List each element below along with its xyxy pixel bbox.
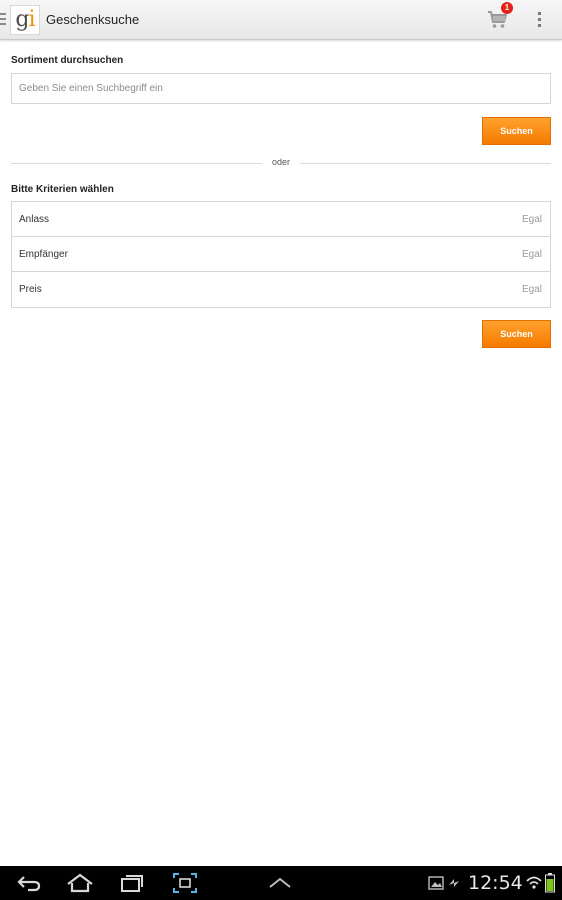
drawer-indicator-icon[interactable] xyxy=(0,13,6,27)
search-input[interactable] xyxy=(11,73,551,104)
criteria-label: Preis xyxy=(19,284,42,295)
action-bar: gi Geschenksuche 1 xyxy=(0,0,562,40)
criteria-label: Empfänger xyxy=(19,249,68,260)
criteria-list: Anlass Egal Empfänger Egal Preis Egal xyxy=(11,201,551,308)
search-button[interactable]: Suchen xyxy=(482,117,551,145)
criteria-label: Anlass xyxy=(19,214,50,225)
criteria-row-empfaenger[interactable]: Empfänger Egal xyxy=(12,237,550,272)
overflow-menu-icon[interactable] xyxy=(534,12,544,28)
criteria-row-anlass[interactable]: Anlass Egal xyxy=(12,202,550,237)
sync-icon xyxy=(447,876,461,895)
search-section-label: Sortiment durchsuchen xyxy=(11,55,124,66)
criteria-value: Egal xyxy=(521,249,542,260)
criteria-value: Egal xyxy=(521,214,542,225)
criteria-section-label: Bitte Kriterien wählen xyxy=(11,184,114,195)
home-icon[interactable] xyxy=(66,872,94,899)
criteria-search-button[interactable]: Suchen xyxy=(482,320,551,348)
clock: 12:54 xyxy=(468,872,523,894)
recent-apps-icon[interactable] xyxy=(119,872,145,899)
gallery-icon xyxy=(428,876,444,895)
back-icon[interactable] xyxy=(16,872,42,899)
system-bar: 12:54 xyxy=(0,866,562,900)
divider-label: oder xyxy=(271,157,290,167)
criteria-value: Egal xyxy=(521,284,542,295)
divider-line-right xyxy=(300,163,551,164)
app-title: Geschenksuche xyxy=(46,12,140,27)
divider-line-left xyxy=(11,163,262,164)
battery-icon xyxy=(545,873,555,898)
screenshot-icon[interactable] xyxy=(172,872,198,899)
app-logo[interactable]: gi xyxy=(10,5,40,35)
criteria-row-preis[interactable]: Preis Egal xyxy=(12,272,550,307)
cart-badge: 1 xyxy=(501,2,513,14)
wifi-icon xyxy=(526,874,542,897)
up-arrow-icon[interactable] xyxy=(268,875,292,894)
